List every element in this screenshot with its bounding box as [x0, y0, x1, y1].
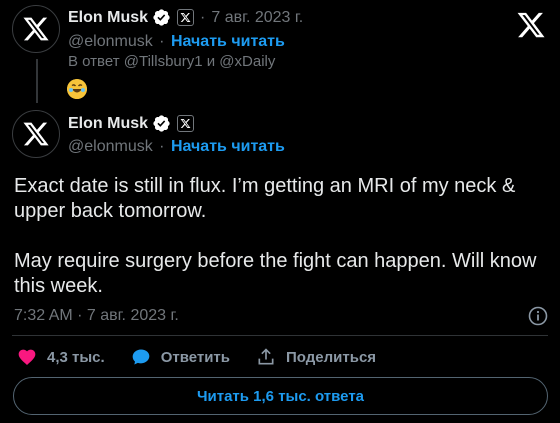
main-tweet-handle-row: @elonmusk · Начать читать	[68, 138, 285, 156]
author-name[interactable]: Elon Musk	[68, 115, 148, 133]
tweet-meta-row: 7:32 AM · 7 авг. 2023 г.	[14, 306, 548, 326]
main-tweet-header: Elon Musk	[68, 114, 195, 133]
verified-badge-icon	[152, 114, 171, 133]
read-replies-button[interactable]: Читать 1,6 тыс. ответа	[13, 377, 548, 415]
share-upload-icon	[258, 348, 274, 365]
heart-icon	[18, 349, 36, 365]
reply-button[interactable]: Ответить	[131, 347, 230, 367]
author-handle[interactable]: @elonmusk	[68, 138, 153, 155]
separator-dot: ·	[159, 138, 165, 155]
tweet-date[interactable]: 7 авг. 2023 г.	[211, 9, 303, 27]
x-logo-icon	[23, 122, 49, 146]
close-button[interactable]	[514, 8, 548, 42]
thread-connector-line	[36, 59, 38, 103]
divider	[12, 335, 548, 336]
share-button[interactable]: Поделиться	[256, 347, 376, 367]
share-label: Поделиться	[286, 348, 377, 366]
close-icon	[517, 12, 545, 38]
x-affiliate-badge-icon	[177, 9, 195, 26]
separator-dot: ·	[159, 33, 165, 50]
tweet-timestamp[interactable]: 7:32 AM · 7 авг. 2023 г.	[14, 307, 179, 325]
tweet-text-paragraph: Exact date is still in flux. I’m getting…	[14, 175, 516, 222]
x-logo-icon	[23, 17, 49, 41]
follow-link[interactable]: Начать читать	[171, 138, 285, 155]
x-affiliate-badge-icon	[177, 115, 195, 132]
tweet-text-paragraph: May require surgery before the fight can…	[14, 250, 537, 297]
tweet-text: Exact date is still in flux. I’m getting…	[14, 174, 554, 299]
reply-tweet-header: Elon Musk · 7 авг. 2023 г.	[68, 8, 303, 27]
follow-link[interactable]: Начать читать	[171, 33, 285, 50]
verified-badge-icon	[152, 8, 171, 27]
avatar[interactable]	[12, 5, 60, 53]
author-handle[interactable]: @elonmusk	[68, 33, 153, 50]
reply-to-text: В ответ @Tillsbury1 и @xDaily	[68, 53, 276, 70]
info-icon[interactable]	[528, 306, 548, 326]
reply-label: Ответить	[160, 348, 231, 366]
author-name[interactable]: Elon Musk	[68, 9, 148, 27]
laughing-emoji-icon	[67, 79, 87, 99]
avatar[interactable]	[12, 110, 60, 158]
action-bar: 4,3 тыс. Ответить Поделиться	[17, 347, 402, 367]
reply-tweet-handle-row: @elonmusk · Начать читать	[68, 33, 285, 51]
like-button[interactable]: 4,3 тыс.	[17, 347, 105, 367]
separator-dot: ·	[200, 8, 206, 26]
comment-bubble-icon	[132, 349, 150, 365]
like-count: 4,3 тыс.	[47, 348, 105, 366]
